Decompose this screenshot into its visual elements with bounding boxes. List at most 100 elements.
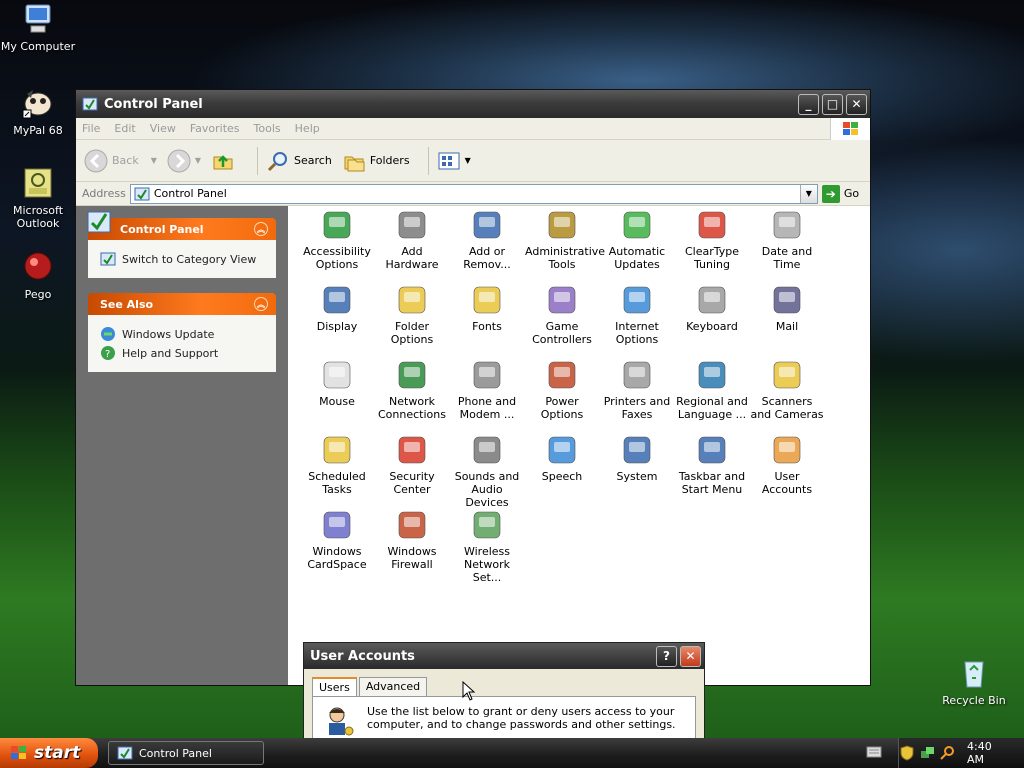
tab-users[interactable]: Users xyxy=(312,677,357,696)
cp-item-printers-faxes[interactable]: Printers and Faxes xyxy=(600,358,674,421)
cp-item-security-center[interactable]: Security Center xyxy=(375,433,449,496)
cp-item-speech[interactable]: Speech xyxy=(525,433,599,483)
menu-favorites[interactable]: Favorites xyxy=(190,122,240,135)
search-tray-icon[interactable] xyxy=(939,745,955,761)
address-dropdown-icon[interactable]: ▼ xyxy=(799,184,817,203)
menu-help[interactable]: Help xyxy=(295,122,320,135)
automatic-updates-icon xyxy=(620,208,654,242)
control-panel-icon xyxy=(87,211,111,233)
control-panel-panel-header[interactable]: Control Panel ︽ xyxy=(87,211,276,240)
start-label: start xyxy=(34,743,81,763)
cp-item-automatic-updates[interactable]: Automatic Updates xyxy=(600,208,674,271)
cp-item-mail[interactable]: Mail xyxy=(750,283,824,333)
search-button[interactable]: Search xyxy=(266,149,332,173)
cp-item-scheduled-tasks[interactable]: Scheduled Tasks xyxy=(300,433,374,496)
cp-item-user-accounts[interactable]: User Accounts xyxy=(750,433,824,496)
cp-item-label: Automatic Updates xyxy=(608,245,666,271)
up-button[interactable] xyxy=(211,149,239,173)
cp-item-internet-options[interactable]: Internet Options xyxy=(600,283,674,346)
address-field[interactable]: Control Panel ▼ xyxy=(129,183,818,204)
cp-item-sounds-audio[interactable]: Sounds and Audio Devices xyxy=(450,433,524,509)
window-title: Control Panel xyxy=(104,96,203,112)
desktop-icon-pego[interactable]: Pego xyxy=(0,250,76,301)
security-shield-icon[interactable] xyxy=(899,745,915,761)
minimize-button[interactable]: _ xyxy=(798,93,819,115)
user-accounts-dialog: User Accounts ? ✕ Users Advanced Use the… xyxy=(303,642,705,744)
desktop-icon-mypal[interactable]: MyPal 68 xyxy=(0,86,76,137)
views-button[interactable]: ▼ xyxy=(437,149,471,173)
cp-item-label: Network Connections xyxy=(378,395,446,421)
cp-item-system[interactable]: System xyxy=(600,433,674,483)
keyboard-layout-icon[interactable] xyxy=(866,745,882,759)
see-also-panel-header[interactable]: See Also ︽ xyxy=(88,293,276,315)
close-button[interactable]: ✕ xyxy=(846,93,867,115)
menu-edit[interactable]: Edit xyxy=(114,122,135,135)
help-and-support-link[interactable]: ? Help and Support xyxy=(100,345,264,361)
cp-item-phone-modem[interactable]: Phone and Modem ... xyxy=(450,358,524,421)
desktop-icon-recycle-bin[interactable]: Recycle Bin xyxy=(936,656,1012,707)
menu-tools[interactable]: Tools xyxy=(254,122,281,135)
cp-item-label: Add or Remov... xyxy=(463,245,511,271)
tab-advanced[interactable]: Advanced xyxy=(358,677,428,696)
cp-item-network-connections[interactable]: Network Connections xyxy=(375,358,449,421)
back-dropdown-icon[interactable]: ▼ xyxy=(151,156,157,165)
menu-view[interactable]: View xyxy=(150,122,176,135)
collapse-chevron-icon[interactable]: ︽ xyxy=(254,222,268,236)
cp-item-regional-language[interactable]: Regional and Language ... xyxy=(675,358,749,421)
start-button[interactable]: start xyxy=(0,738,98,768)
taskbar-item-control-panel[interactable]: Control Panel xyxy=(108,741,264,765)
cp-item-wireless-network[interactable]: Wireless Network Set... xyxy=(450,508,524,584)
taskbar-item-label: Control Panel xyxy=(139,746,212,760)
cleartype-icon xyxy=(695,208,729,242)
network-icon[interactable] xyxy=(919,745,935,761)
maximize-button[interactable]: □ xyxy=(822,93,843,115)
forward-button[interactable]: ▼ xyxy=(167,149,201,173)
cp-item-scanners-cameras[interactable]: Scanners and Cameras xyxy=(750,358,824,421)
cp-item-date-time[interactable]: Date and Time xyxy=(750,208,824,271)
back-arrow-icon xyxy=(84,149,108,173)
control-panel-panel: Control Panel ︽ Switch to Category View xyxy=(87,211,276,278)
control-panel-icon xyxy=(82,96,98,112)
desktop-icon-outlook[interactable]: Microsoft Outlook xyxy=(0,166,76,230)
cp-item-label: Windows CardSpace xyxy=(307,545,367,571)
windows-update-link[interactable]: Windows Update xyxy=(100,326,264,342)
cp-item-label: Accessibility Options xyxy=(303,245,371,271)
cp-item-fonts[interactable]: Fonts xyxy=(450,283,524,333)
cp-item-label: Display xyxy=(316,320,358,333)
menu-file[interactable]: File xyxy=(82,122,100,135)
mouse-icon xyxy=(320,358,354,392)
cp-item-label: Security Center xyxy=(389,470,435,496)
dialog-tabs: Users Advanced xyxy=(304,669,704,696)
desktop-icon-my-computer[interactable]: My Computer xyxy=(0,2,76,53)
cp-item-windows-firewall[interactable]: Windows Firewall xyxy=(375,508,449,571)
views-dropdown-icon[interactable]: ▼ xyxy=(465,156,471,165)
switch-category-view-link[interactable]: Switch to Category View xyxy=(100,251,264,267)
cp-item-display[interactable]: Display xyxy=(300,283,374,333)
cp-item-folder-options[interactable]: Folder Options xyxy=(375,283,449,346)
toolbar-separator xyxy=(257,146,259,175)
cp-item-game-controllers[interactable]: Game Controllers xyxy=(525,283,599,346)
window-titlebar[interactable]: Control Panel _ □ ✕ xyxy=(76,90,870,118)
collapse-chevron-icon[interactable]: ︽ xyxy=(254,297,268,311)
go-button[interactable]: ➔ Go xyxy=(821,184,859,203)
cp-item-administrative-tools[interactable]: Administrative Tools xyxy=(525,208,605,271)
cp-item-add-remove-programs[interactable]: Add or Remov... xyxy=(450,208,524,271)
cp-item-cleartype[interactable]: ClearType Tuning xyxy=(675,208,749,271)
recycle-bin-icon xyxy=(957,656,991,690)
forward-dropdown-icon[interactable]: ▼ xyxy=(195,156,201,165)
cp-item-accessibility[interactable]: Accessibility Options xyxy=(300,208,374,271)
address-value: Control Panel xyxy=(153,187,227,200)
folders-button[interactable]: Folders xyxy=(342,149,410,173)
back-button[interactable]: Back ▼ xyxy=(84,149,157,173)
cp-item-add-hardware[interactable]: Add Hardware xyxy=(375,208,449,271)
cp-item-windows-cardspace[interactable]: Windows CardSpace xyxy=(300,508,374,571)
task-pane: Control Panel ︽ Switch to Category View … xyxy=(76,206,288,685)
help-button[interactable]: ? xyxy=(656,645,677,667)
cp-item-mouse[interactable]: Mouse xyxy=(300,358,374,408)
dialog-titlebar[interactable]: User Accounts ? ✕ xyxy=(304,643,704,669)
desktop-icon-label: MyPal 68 xyxy=(13,124,63,137)
cp-item-power-options[interactable]: Power Options xyxy=(525,358,599,421)
cp-item-taskbar-start-menu[interactable]: Taskbar and Start Menu xyxy=(675,433,749,496)
cp-item-keyboard[interactable]: Keyboard xyxy=(675,283,749,333)
dialog-close-button[interactable]: ✕ xyxy=(680,645,701,667)
